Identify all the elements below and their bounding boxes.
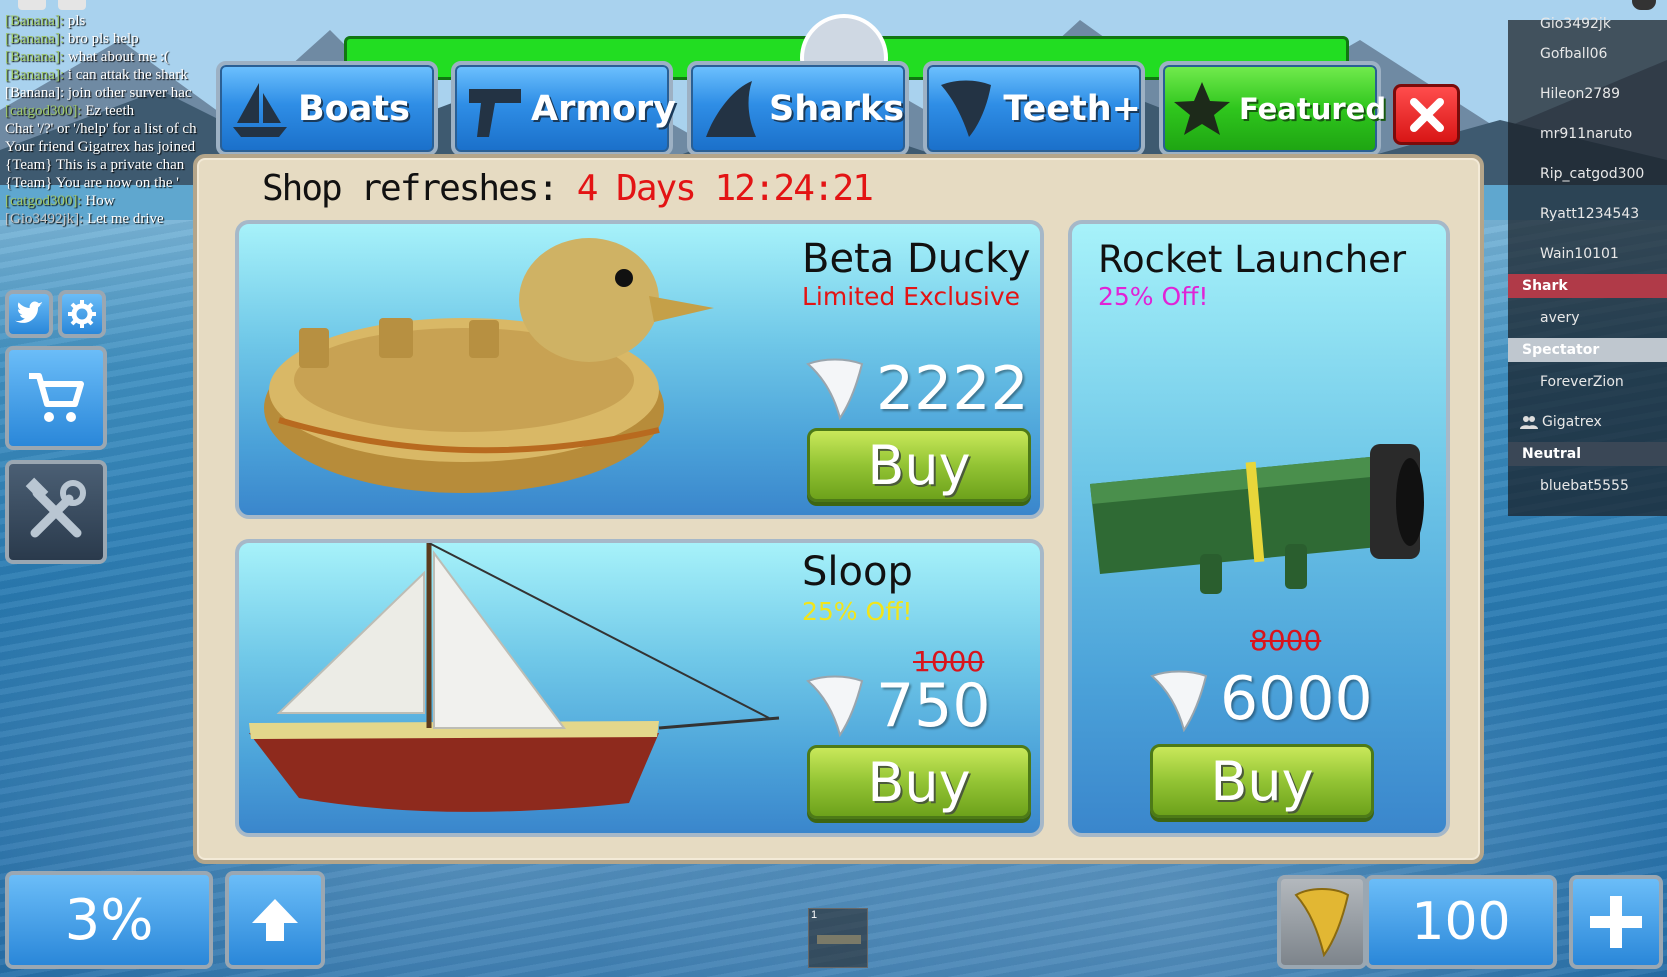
item-old-price: 8000 — [1250, 624, 1322, 657]
gear-icon — [68, 300, 96, 328]
chat-message: [Gio3492jk]: Let me drive — [5, 211, 164, 227]
rocket-launcher-image — [1090, 444, 1424, 594]
shark-tooth-icon — [806, 358, 864, 420]
chat-message: [catgod300]: Ez teeth — [5, 103, 135, 119]
rocket-launcher-icon — [817, 935, 861, 944]
team-header-spectator: Spectator — [1508, 338, 1667, 362]
chat-message: [catgod300]: How — [5, 193, 115, 209]
player-entry[interactable]: bluebat5555 — [1508, 466, 1667, 506]
tab-sharks[interactable]: Sharks — [687, 61, 909, 156]
buy-button[interactable]: Buy — [807, 745, 1031, 819]
twitter-icon — [15, 301, 43, 323]
chat-message: [Banana]: pls — [5, 13, 86, 29]
item-price: 750 — [876, 671, 991, 741]
customize-button[interactable] — [5, 460, 107, 564]
item-name: Sloop — [802, 549, 913, 595]
upgrade-button[interactable] — [225, 871, 325, 969]
player-entry[interactable]: Gio3492jk — [1508, 14, 1667, 34]
item-name: Rocket Launcher — [1098, 238, 1407, 281]
close-icon — [1409, 97, 1444, 132]
item-tag: Limited Exclusive — [802, 282, 1021, 311]
shark-tooth-icon — [1150, 670, 1208, 732]
item-discount: 25% Off! — [802, 597, 913, 626]
plus-icon — [1590, 896, 1642, 948]
chat-message: [Banana]: what about me :( — [5, 49, 170, 65]
tab-label: Featured — [1239, 91, 1387, 126]
sloop-boat-image — [249, 543, 780, 812]
duck-boat-image — [264, 238, 714, 493]
gun-icon — [465, 75, 523, 143]
close-button[interactable] — [1393, 84, 1460, 145]
item-name: Beta Ducky — [802, 236, 1031, 282]
chat-message: Chat '/?' or '/help' for a list of ch — [5, 121, 197, 137]
tab-label: Teeth+ — [1003, 88, 1141, 129]
star-icon — [1173, 75, 1231, 143]
item-card-rocket-launcher: Rocket Launcher 25% Off! 8000 6000 Buy — [1068, 220, 1450, 837]
player-entry[interactable]: avery — [1508, 298, 1667, 338]
tab-boats[interactable]: Boats — [216, 61, 438, 156]
player-entry[interactable]: mr911naruto — [1508, 114, 1667, 154]
friends-icon — [1520, 416, 1538, 429]
hotbar-slot[interactable]: 1 — [808, 908, 868, 968]
player-list: Gio3492jk Gofball06 Hileon2789 mr911naru… — [1508, 16, 1667, 516]
hotbar-slot-number: 1 — [811, 909, 818, 921]
roblox-menu-icon[interactable] — [18, 0, 46, 10]
arrow-up-icon — [252, 899, 298, 941]
buy-button[interactable]: Buy — [807, 428, 1031, 502]
item-card-sloop: Sloop 25% Off! 1000 750 Buy — [235, 539, 1044, 837]
chat-message: [Banana]: i can attak the shark — [5, 67, 188, 83]
player-entry[interactable]: Hileon2789 — [1508, 74, 1667, 114]
tab-teeth-plus[interactable]: Teeth+ — [923, 61, 1145, 156]
buy-teeth-button[interactable] — [1569, 875, 1663, 969]
tab-armory[interactable]: Armory — [451, 61, 676, 156]
team-header-neutral: Neutral — [1508, 442, 1667, 466]
refresh-time: 4 Days 12:24:21 — [576, 168, 874, 209]
player-entry[interactable]: Ryatt1234543 — [1508, 194, 1667, 234]
team-header-shark: Shark — [1508, 274, 1667, 298]
shop-refresh-timer: Shop refreshes: 4 Days 12:24:21 — [262, 168, 874, 209]
chat-message: {Team} You are now on the ' — [5, 175, 179, 191]
chat-message: [Banana]: bro pls help — [5, 31, 139, 47]
refresh-label: Shop refreshes: — [262, 168, 559, 209]
player-entry[interactable]: Rip_catgod300 — [1508, 154, 1667, 194]
player-name: Gigatrex — [1542, 414, 1602, 430]
shopping-cart-icon — [29, 373, 84, 422]
chat-log: [Banana]: pls [Banana]: bro pls help [Ba… — [5, 12, 215, 228]
buy-button[interactable]: Buy — [1150, 744, 1374, 818]
player-entry[interactable]: Gofball06 — [1508, 34, 1667, 74]
player-entry-friend[interactable]: Gigatrex — [1508, 402, 1667, 442]
chat-message: Your friend Gigatrex has joined — [5, 139, 196, 155]
progress-percent: 3% — [5, 871, 213, 969]
tab-label: Sharks — [769, 88, 905, 129]
gold-tooth-icon — [1294, 888, 1350, 957]
chat-message: [Banana]: join other surver hac — [5, 85, 192, 101]
sailboat-icon — [230, 75, 290, 143]
tab-label: Boats — [298, 88, 410, 129]
tab-label: Armory — [531, 88, 676, 129]
tools-icon — [25, 477, 86, 538]
chat-toggle-icon[interactable] — [58, 0, 86, 10]
shark-fin-icon — [701, 75, 761, 143]
twitter-button[interactable] — [5, 290, 53, 338]
teeth-count: 100 — [1365, 875, 1557, 969]
tab-featured[interactable]: Featured — [1159, 61, 1386, 156]
item-price: 2222 — [876, 354, 1029, 424]
item-discount: 25% Off! — [1098, 282, 1209, 311]
tooth-icon — [937, 75, 995, 143]
player-entry[interactable]: ForeverZion — [1508, 362, 1667, 402]
shark-tooth-icon — [806, 675, 864, 737]
shop-button[interactable] — [5, 346, 107, 450]
teeth-currency-icon-box — [1277, 875, 1367, 969]
player-entry[interactable]: Wain10101 — [1508, 234, 1667, 274]
settings-button[interactable] — [58, 290, 106, 338]
chat-message: {Team} This is a private chan — [5, 157, 185, 173]
item-price: 6000 — [1220, 664, 1373, 734]
item-card-beta-ducky: Beta Ducky Limited Exclusive 2222 Buy — [235, 220, 1044, 519]
